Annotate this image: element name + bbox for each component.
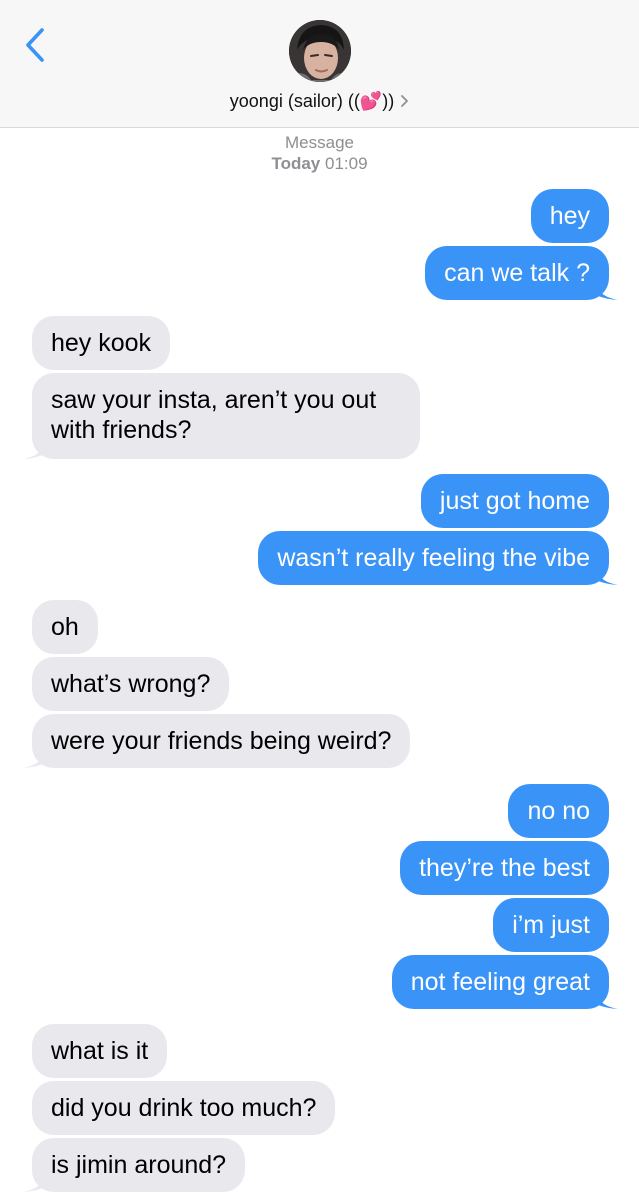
- timestamp-time: 01:09: [325, 154, 368, 173]
- bubble-tail: [23, 437, 47, 459]
- message-bubble-sent[interactable]: they’re the best: [400, 841, 609, 895]
- bubble-tail: [23, 746, 47, 768]
- message-text: were your friends being weird?: [51, 727, 392, 755]
- message-text: is jimin around?: [51, 1151, 227, 1179]
- bubble-tail: [594, 563, 618, 585]
- message-text: i’m just: [512, 911, 590, 939]
- message-bubble-sent[interactable]: just got home: [420, 474, 609, 528]
- timestamp-day: Today: [271, 154, 321, 173]
- message-bubble-received[interactable]: hey kook: [32, 316, 171, 370]
- conversation-header: yoongi (sailor) ((💕)): [0, 0, 639, 128]
- message-text: can we talk ?: [444, 259, 590, 287]
- chevron-left-icon: [26, 28, 44, 62]
- bubble-tail: [594, 987, 618, 1009]
- chevron-right-icon: [400, 94, 409, 108]
- message-bubble-received[interactable]: is jimin around?: [23, 1138, 246, 1192]
- contact-name: yoongi (sailor) ((💕)): [229, 90, 395, 111]
- message-bubble-sent[interactable]: wasn’t really feeling the vibe: [258, 531, 618, 585]
- message-text: what’s wrong?: [51, 670, 211, 698]
- message-text: not feeling great: [410, 968, 590, 996]
- imessage-screen: yoongi (sailor) ((💕)) Message Today 01:0…: [0, 0, 639, 1200]
- bubble-tail: [23, 1170, 47, 1192]
- message-text: what is it: [51, 1037, 149, 1065]
- timestamp: Today 01:09: [0, 154, 639, 174]
- message-bubble-received[interactable]: what’s wrong?: [32, 657, 230, 711]
- bubble-tail: [594, 278, 618, 300]
- message-text: did you drink too much?: [51, 1094, 317, 1122]
- message-bubble-received[interactable]: were your friends being weird?: [23, 714, 411, 768]
- back-button[interactable]: [20, 26, 54, 66]
- message-bubble-received[interactable]: saw your insta, aren’t you out with frie…: [23, 373, 420, 459]
- contact-avatar[interactable]: [289, 20, 351, 82]
- message-bubble-received[interactable]: oh: [32, 600, 98, 654]
- contact-name-button[interactable]: yoongi (sailor) ((💕)): [0, 88, 639, 114]
- message-text: no no: [527, 797, 590, 825]
- message-text: hey kook: [51, 329, 152, 357]
- message-bubble-sent[interactable]: can we talk ?: [425, 246, 618, 300]
- message-text: hey: [549, 202, 590, 230]
- message-text: wasn’t really feeling the vibe: [277, 544, 590, 572]
- message-bubble-sent[interactable]: hey: [530, 189, 609, 243]
- message-bubble-sent[interactable]: not feeling great: [391, 955, 618, 1009]
- message-bubble-received[interactable]: what is it: [32, 1024, 168, 1078]
- service-label: Message: [285, 133, 354, 152]
- message-text: saw your insta, aren’t you out with frie…: [51, 386, 377, 444]
- message-text: oh: [51, 613, 79, 641]
- message-bubble-sent[interactable]: no no: [508, 784, 609, 838]
- message-text: they’re the best: [419, 854, 590, 882]
- message-bubble-received[interactable]: did you drink too much?: [32, 1081, 336, 1135]
- message-text: just got home: [439, 487, 590, 515]
- message-bubble-sent[interactable]: i’m just: [493, 898, 609, 952]
- avatar-photo: [289, 20, 351, 82]
